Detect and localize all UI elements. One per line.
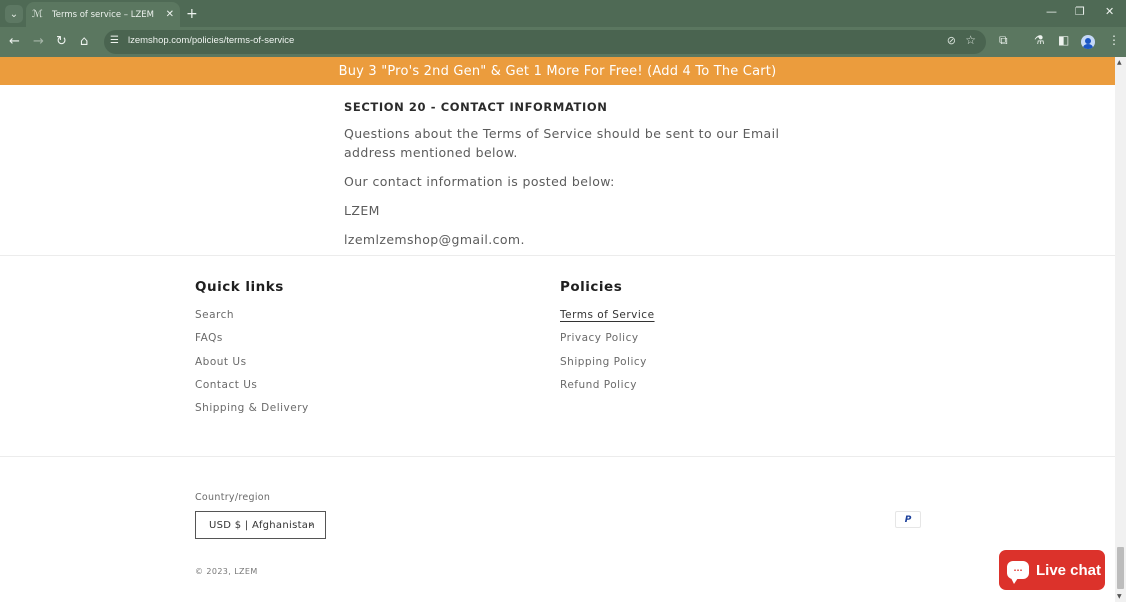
policy-content: SECTION 20 - CONTACT INFORMATION Questio… (344, 100, 784, 259)
footer-link-search[interactable]: Search (195, 309, 309, 332)
restore-icon[interactable]: ❐ (1075, 5, 1085, 18)
scroll-up-icon[interactable]: ▲ (1117, 59, 1122, 66)
paragraph: Our contact information is posted below: (344, 174, 615, 189)
tune-icon[interactable]: ☰ (110, 35, 119, 46)
reload-icon[interactable]: ↻ (56, 34, 67, 49)
tab-search-button[interactable]: ⌄ (5, 5, 23, 23)
divider (0, 456, 1115, 457)
eye-off-icon[interactable]: ⊘ (947, 34, 956, 47)
footer-link-shipping-delivery[interactable]: Shipping & Delivery (195, 402, 309, 425)
avatar-icon[interactable] (1081, 35, 1095, 49)
close-icon[interactable]: ✕ (166, 9, 174, 20)
quick-links-heading: Quick links (195, 279, 284, 295)
arrow-left-icon[interactable]: ← (9, 34, 20, 49)
browser-chrome: ⌄ ℳ Terms of service – LZEM ✕ + — ❐ ✕ ← … (0, 0, 1126, 57)
copyright: © 2023, LZEM (195, 567, 258, 576)
footer-link-contact-us[interactable]: Contact Us (195, 379, 309, 402)
announcement-bar: Buy 3 "Pro's 2nd Gen" & Get 1 More For F… (0, 57, 1115, 85)
star-icon[interactable]: ☆ (965, 33, 976, 47)
tab-strip: ⌄ ℳ Terms of service – LZEM ✕ + — ❐ ✕ (0, 0, 1126, 27)
chevron-down-icon: ⌄ (9, 8, 19, 20)
arrow-right-icon[interactable]: → (33, 34, 44, 49)
footer-policies: Policies Terms of Service Privacy Policy… (560, 279, 655, 402)
footer-link-about-us[interactable]: About Us (195, 356, 309, 379)
footer-link-terms-of-service[interactable]: Terms of Service (560, 309, 655, 332)
announcement-text: Buy 3 "Pro's 2nd Gen" & Get 1 More For F… (338, 63, 777, 79)
plus-icon[interactable]: + (186, 6, 198, 22)
footer-link-shipping-policy[interactable]: Shipping Policy (560, 356, 655, 379)
contact-email: lzemlzemshop@gmail.com. (344, 232, 525, 247)
more-vert-icon[interactable]: ⋮ (1108, 33, 1120, 47)
section-heading: SECTION 20 - CONTACT INFORMATION (344, 100, 608, 114)
close-window-icon[interactable]: ✕ (1105, 5, 1114, 18)
lzem-logo-icon: ℳ (32, 9, 43, 20)
tab-active[interactable]: ℳ Terms of service – LZEM ✕ (26, 2, 180, 27)
puzzle-icon[interactable]: ⧉ (999, 33, 1008, 48)
country-region-value: USD $ | Afghanistan (209, 519, 315, 531)
paypal-icon: P (895, 511, 921, 528)
footer-quick-links: Quick links Search FAQs About Us Contact… (195, 279, 309, 425)
footer-link-faqs[interactable]: FAQs (195, 332, 309, 355)
scrollbar-thumb[interactable] (1117, 547, 1124, 589)
home-icon[interactable]: ⌂ (80, 34, 88, 49)
scroll-down-icon[interactable]: ▼ (1117, 593, 1122, 600)
side-panel-icon[interactable]: ◧ (1058, 33, 1069, 47)
live-chat-button[interactable]: ··· Live chat (999, 550, 1105, 590)
page-scrollbar[interactable]: ▲ ▼ (1115, 57, 1126, 602)
tab-title: Terms of service – LZEM (52, 9, 154, 20)
divider (0, 255, 1115, 256)
company-name: LZEM (344, 203, 380, 218)
country-region-select[interactable]: USD $ | Afghanistan ⌄ (195, 511, 326, 539)
url-text[interactable]: lzemshop.com/policies/terms-of-service (128, 35, 294, 46)
chevron-down-icon: ⌄ (307, 519, 315, 529)
footer-link-privacy-policy[interactable]: Privacy Policy (560, 332, 655, 355)
policies-heading: Policies (560, 279, 623, 295)
address-bar[interactable]: ☰ lzemshop.com/policies/terms-of-service… (104, 30, 986, 54)
country-region-label: Country/region (195, 492, 271, 503)
flask-icon[interactable]: ⚗ (1034, 33, 1045, 47)
minimize-icon[interactable]: — (1046, 5, 1057, 18)
chat-bubble-icon: ··· (1007, 561, 1029, 584)
live-chat-label: Live chat (1036, 561, 1102, 579)
paragraph: Questions about the Terms of Service sho… (344, 126, 780, 160)
footer-link-refund-policy[interactable]: Refund Policy (560, 379, 655, 402)
browser-toolbar: ← → ↻ ⌂ ☰ lzemshop.com/policies/terms-of… (0, 27, 1126, 57)
